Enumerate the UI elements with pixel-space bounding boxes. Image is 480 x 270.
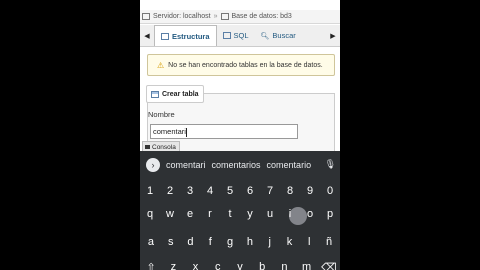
key-j[interactable]: j: [260, 236, 279, 248]
key-a[interactable]: a: [141, 236, 160, 248]
mic-icon[interactable]: 🎙︎: [325, 159, 336, 170]
letter-row-1: q w e r t y u i o p: [140, 208, 340, 220]
key-7[interactable]: 7: [261, 185, 280, 197]
key-i[interactable]: i: [281, 208, 300, 220]
breadcrumb-separator: »: [213, 13, 218, 20]
table-icon: [151, 90, 159, 98]
table-name-value: comentari: [153, 127, 186, 136]
suggestion-1[interactable]: comentari: [163, 160, 209, 170]
notice-text: No se han encontrado tablas en la base d…: [168, 61, 323, 69]
sql-icon: [222, 32, 231, 39]
warning-icon: ⚠: [157, 60, 165, 70]
soft-keyboard: › comentari comentarios comentario 🎙︎ 1 …: [140, 151, 340, 270]
key-l[interactable]: l: [300, 236, 319, 248]
breadcrumb-server[interactable]: Servidor: localhost: [153, 13, 211, 20]
key-5[interactable]: 5: [221, 185, 240, 197]
expand-suggestions-icon[interactable]: ›: [146, 157, 160, 172]
notice-box: ⚠ No se han encontrado tablas en la base…: [147, 54, 335, 76]
database-icon: [220, 13, 229, 20]
suggestion-2[interactable]: comentarios: [209, 160, 264, 170]
create-table-label: Crear tabla: [162, 90, 199, 98]
key-q[interactable]: q: [141, 208, 160, 220]
create-table-legend: Crear tabla: [146, 85, 204, 103]
key-4[interactable]: 4: [201, 185, 220, 197]
key-8[interactable]: 8: [281, 185, 300, 197]
scroll-right-icon[interactable]: ▶: [326, 25, 340, 46]
key-e[interactable]: e: [181, 208, 200, 220]
structure-icon: [161, 32, 169, 40]
key-y[interactable]: y: [241, 208, 260, 220]
tab-sql[interactable]: SQL: [217, 25, 255, 46]
tab-structure[interactable]: Estructura: [154, 25, 217, 46]
key-c[interactable]: c: [208, 261, 227, 270]
key-d[interactable]: d: [181, 236, 200, 248]
key-g[interactable]: g: [221, 236, 240, 248]
key-p[interactable]: p: [321, 208, 340, 220]
table-name-input[interactable]: comentari: [150, 124, 298, 139]
key-m[interactable]: m: [297, 261, 316, 270]
key-n[interactable]: n: [275, 261, 294, 270]
key-f[interactable]: f: [201, 236, 220, 248]
console-label: Consola: [152, 143, 176, 151]
backspace-icon[interactable]: ⌫: [319, 261, 338, 270]
console-icon: [145, 145, 150, 149]
tab-search-label: Buscar: [272, 31, 296, 40]
letter-row-3: ⇧ z x c v b n m ⌫: [140, 261, 340, 270]
key-0[interactable]: 0: [321, 185, 340, 197]
key-h[interactable]: h: [240, 236, 259, 248]
key-u[interactable]: u: [261, 208, 280, 220]
key-r[interactable]: r: [201, 208, 220, 220]
breadcrumb: Servidor: localhost » Base de datos: bd3: [140, 10, 340, 24]
scroll-left-icon[interactable]: ◀: [140, 25, 154, 46]
search-icon: 🔍︎: [260, 32, 270, 40]
key-1[interactable]: 1: [141, 185, 160, 197]
tab-bar: ◀ Estructura SQL 🔍︎ Buscar ▶: [140, 25, 340, 47]
key-3[interactable]: 3: [181, 185, 200, 197]
tab-structure-label: Estructura: [172, 31, 210, 41]
suggestion-3[interactable]: comentario: [264, 160, 315, 170]
suggestion-bar: › comentari comentarios comentario 🎙︎: [140, 151, 340, 178]
key-s[interactable]: s: [161, 236, 180, 248]
server-icon: [142, 13, 150, 20]
number-row: 1 2 3 4 5 6 7 8 9 0: [140, 185, 340, 197]
tab-search[interactable]: 🔍︎ Buscar: [255, 25, 302, 46]
key-o[interactable]: o: [301, 208, 320, 220]
shift-icon[interactable]: ⇧: [142, 261, 161, 270]
key-w[interactable]: w: [161, 208, 180, 220]
tab-sql-label: SQL: [233, 31, 249, 40]
text-caret: [185, 127, 187, 137]
letter-row-2: a s d f g h j k l ñ: [140, 236, 340, 248]
key-enye[interactable]: ñ: [320, 236, 339, 248]
key-t[interactable]: t: [221, 208, 240, 220]
key-b[interactable]: b: [253, 261, 272, 270]
name-label: Nombre: [148, 110, 175, 119]
key-2[interactable]: 2: [161, 185, 180, 197]
breadcrumb-database[interactable]: Base de datos: bd3: [232, 13, 292, 20]
key-6[interactable]: 6: [241, 185, 260, 197]
key-9[interactable]: 9: [301, 185, 320, 197]
key-v[interactable]: v: [230, 261, 249, 270]
key-x[interactable]: x: [186, 261, 205, 270]
key-z[interactable]: z: [164, 261, 183, 270]
key-k[interactable]: k: [280, 236, 299, 248]
